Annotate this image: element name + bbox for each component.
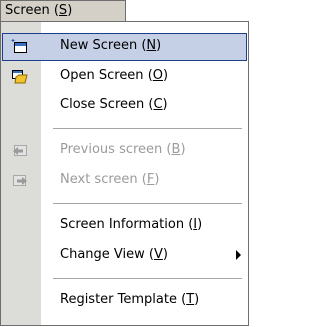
open-screen-accel: O	[152, 68, 164, 83]
next-screen-accel: F	[146, 172, 155, 187]
register-template-accel: T	[186, 292, 195, 307]
menu-item-change-view[interactable]: Change View (V)	[2, 242, 247, 270]
previous-screen-label: Previous screen	[60, 142, 163, 157]
menu-item-register-template[interactable]: Register Template (T)	[2, 287, 247, 315]
menu-item-previous-screen[interactable]: Previous screen (B)	[2, 137, 247, 165]
menu-item-screen-information[interactable]: Screen Information (I)	[2, 212, 247, 240]
next-screen-label: Next screen	[60, 172, 138, 187]
next-screen-icon	[11, 172, 29, 190]
menubar-screen[interactable]: Screen (S)	[0, 0, 126, 22]
close-screen-label: Close Screen	[60, 97, 145, 112]
menu-item-close-screen[interactable]: Close Screen (C)	[2, 92, 247, 120]
change-view-accel: V	[153, 247, 163, 262]
menu-item-new-screen[interactable]: New Screen (N)	[2, 33, 247, 61]
screen-information-label: Screen Information	[60, 217, 185, 232]
open-folder-icon	[11, 68, 29, 86]
menu-separator	[53, 128, 242, 129]
menu-separator	[53, 203, 242, 204]
menubar-screen-accel: S	[58, 3, 68, 18]
open-screen-label: Open Screen	[60, 68, 144, 83]
previous-screen-accel: B	[171, 142, 181, 157]
new-screen-accel: N	[146, 38, 157, 53]
new-screen-label: New Screen	[60, 38, 138, 53]
menu-item-next-screen[interactable]: Next screen (F)	[2, 167, 247, 195]
menu-item-open-screen[interactable]: Open Screen (O)	[2, 63, 247, 91]
menubar-screen-label: Screen	[5, 3, 50, 18]
new-screen-icon	[11, 38, 29, 56]
change-view-label: Change View	[60, 247, 145, 262]
menu-separator	[53, 278, 242, 279]
submenu-arrow-icon	[236, 250, 241, 260]
previous-screen-icon	[11, 142, 29, 160]
close-screen-accel: C	[153, 97, 163, 112]
screen-information-accel: I	[193, 217, 198, 232]
screen-menu: New Screen (N) Open Screen (O) Close Scr…	[0, 21, 249, 326]
register-template-label: Register Template	[60, 292, 177, 307]
